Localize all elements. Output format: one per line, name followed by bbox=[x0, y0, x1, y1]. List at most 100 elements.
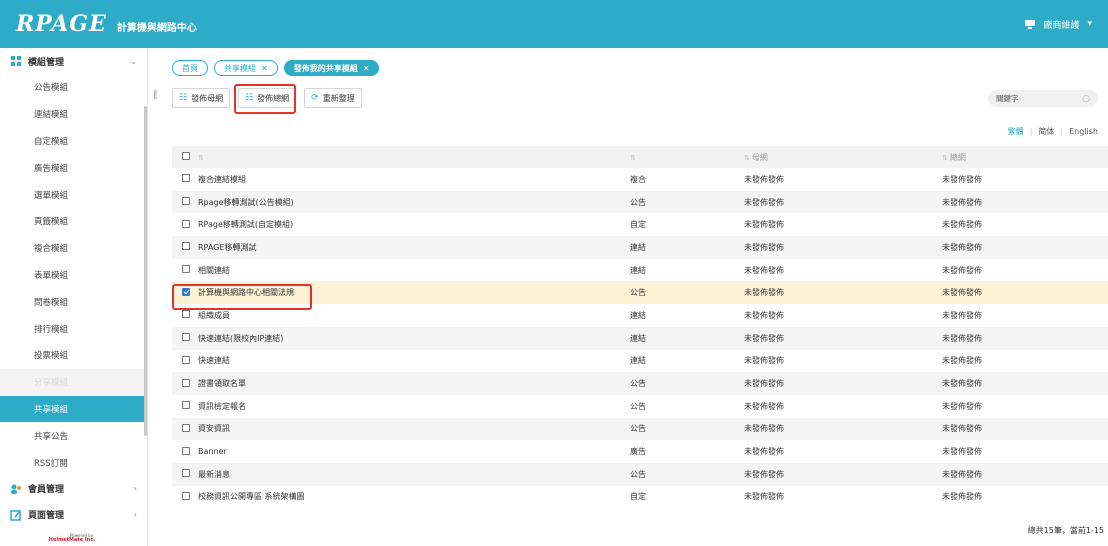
user-name[interactable]: 廠商維護 bbox=[1043, 18, 1079, 31]
row-checkbox[interactable] bbox=[182, 423, 190, 432]
table-row[interactable]: 證書領取名單 公告 未發佈發佈 未發佈發佈 bbox=[172, 372, 1108, 395]
row-checkbox[interactable] bbox=[182, 355, 190, 364]
row-checkbox[interactable] bbox=[182, 401, 190, 410]
row-checkbox[interactable] bbox=[182, 174, 190, 183]
sidebar-item-menu[interactable]: 選單模組 bbox=[0, 181, 147, 208]
col-type[interactable]: ⇅ bbox=[630, 153, 744, 162]
table-row[interactable]: Rpage移轉測試(公告模組) 公告 未發佈發佈 未發佈發佈 bbox=[172, 190, 1108, 214]
cell-title[interactable]: 快速連結(限校內IP連結) bbox=[198, 333, 630, 344]
cell-total-status: 未發佈發佈 bbox=[942, 424, 982, 434]
col-title[interactable]: ⇅ bbox=[198, 153, 630, 162]
cell-total-status: 未發佈發佈 bbox=[942, 197, 982, 207]
table-row[interactable]: 最新消息 公告 未發佈發佈 未發佈發佈 bbox=[172, 462, 1108, 486]
close-icon[interactable]: ✕ bbox=[261, 64, 268, 73]
table-row[interactable]: 快速連結(限校內IP連結) 連結 未發佈發佈 未發佈發佈 bbox=[172, 326, 1108, 350]
row-checkbox[interactable] bbox=[182, 469, 190, 478]
app-logo[interactable]: RPAGE bbox=[16, 11, 107, 37]
cell-title[interactable]: RPage移轉測試(自定模組) bbox=[198, 219, 630, 230]
table-row[interactable]: 計算機與網路中心相關法規 公告 未發佈發佈 未發佈發佈 bbox=[172, 281, 1108, 305]
row-checkbox[interactable] bbox=[182, 219, 190, 228]
cell-title[interactable]: 相關連結 bbox=[198, 265, 630, 276]
table-row[interactable]: RPage移轉測試(自定模組) 自定 未發佈發佈 未發佈發佈 bbox=[172, 213, 1108, 236]
tab-home[interactable]: 首頁 bbox=[172, 60, 208, 76]
search-input[interactable]: 關鍵字 ○ bbox=[988, 90, 1098, 107]
row-checkbox[interactable] bbox=[182, 446, 190, 455]
sidebar-item-link[interactable]: 連結模組 bbox=[0, 101, 147, 128]
table-row[interactable]: 快速連結 連結 未發佈發佈 未發佈發佈 bbox=[172, 350, 1108, 373]
cell-total-status: 未發佈發佈 bbox=[942, 469, 982, 479]
cell-title[interactable]: 校務資訊公開專區 系統架構圖 bbox=[198, 491, 630, 502]
lang-simplified[interactable]: 简体 bbox=[1038, 126, 1054, 137]
cell-parent-status: 未發佈發佈 bbox=[744, 197, 784, 207]
cell-type: 連結 bbox=[630, 333, 646, 343]
sidebar-item-survey[interactable]: 問卷模組 bbox=[0, 288, 147, 315]
sidebar-item-tabs[interactable]: 頁籤模組 bbox=[0, 208, 147, 235]
sidebar-group-pages[interactable]: 頁面管理 › bbox=[0, 502, 147, 528]
table-row[interactable]: 資安資訊 公告 未發佈發佈 未發佈發佈 bbox=[172, 417, 1108, 441]
cell-title[interactable]: 證書領取名單 bbox=[198, 378, 630, 389]
lang-english[interactable]: English bbox=[1069, 127, 1098, 136]
sidebar-item-announcement[interactable]: 公告模組 bbox=[0, 74, 147, 101]
table-row[interactable]: 資訊檢定報名 公告 未發佈發佈 未發佈發佈 bbox=[172, 395, 1108, 418]
row-checkbox[interactable] bbox=[182, 265, 190, 274]
cell-title[interactable]: 資安資訊 bbox=[198, 423, 630, 434]
sidebar-item-ad[interactable]: 廣告模組 bbox=[0, 154, 147, 181]
cell-title[interactable]: 組織成員 bbox=[198, 310, 630, 321]
sidebar-item-shared-modules[interactable]: 共享模組 bbox=[0, 395, 147, 423]
cell-title[interactable]: 複合連結模組 bbox=[198, 174, 630, 185]
sidebar-group-modules[interactable]: 模組管理 ⌄ bbox=[0, 48, 147, 74]
tab-publish-my-shared-modules[interactable]: 發佈我的共享模組 ✕ bbox=[283, 60, 380, 76]
collapse-handle-icon[interactable]: ‖ bbox=[153, 90, 158, 100]
cell-title[interactable]: 快速連結 bbox=[198, 355, 630, 366]
sidebar-item-rss[interactable]: RSS訂閱 bbox=[0, 449, 147, 476]
row-checkbox[interactable] bbox=[182, 378, 190, 387]
modules-table: ⇅ ⇅ ⇅ 母網 ⇅ 總網 複合連結模組 複合 未發佈發佈 未發佈發佈 Rpage移轉測試(… bbox=[172, 146, 1108, 508]
cell-parent-status: 未發佈發佈 bbox=[744, 469, 784, 479]
row-checkbox[interactable] bbox=[182, 197, 190, 206]
sidebar-group-members[interactable]: 會員管理 › bbox=[0, 476, 147, 502]
table-row[interactable]: 複合連結模組 複合 未發佈發佈 未發佈發佈 bbox=[172, 168, 1108, 191]
table-row[interactable]: Banner 廣告 未發佈發佈 未發佈發佈 bbox=[172, 440, 1108, 463]
table-row[interactable]: RPAGE移轉測試 連結 未發佈發佈 未發佈發佈 bbox=[172, 236, 1108, 259]
row-checkbox[interactable] bbox=[182, 491, 190, 500]
search-icon[interactable]: ○ bbox=[1082, 94, 1090, 104]
sidebar-item-share[interactable]: 分享模組 bbox=[0, 368, 147, 396]
table-row[interactable]: 校務資訊公開專區 系統架構圖 自定 未發佈發佈 未發佈發佈 bbox=[172, 486, 1108, 509]
row-checkbox[interactable] bbox=[182, 242, 190, 251]
select-all-checkbox[interactable] bbox=[182, 152, 190, 160]
refresh-button[interactable]: ⟳ 重新整理 bbox=[304, 88, 362, 108]
cell-title[interactable]: Rpage移轉測試(公告模組) bbox=[198, 197, 630, 208]
publish-parent-button[interactable]: ☷ 發佈母網 bbox=[172, 88, 231, 108]
close-icon[interactable]: ✕ bbox=[363, 64, 370, 73]
sort-icon: ⇅ bbox=[744, 153, 750, 162]
row-checkbox[interactable] bbox=[182, 310, 190, 319]
sidebar-item-shared-announcement[interactable]: 共享公告 bbox=[0, 422, 147, 449]
sidebar-scrollbar[interactable] bbox=[144, 106, 147, 436]
cell-title[interactable]: RPAGE移轉測試 bbox=[198, 242, 630, 253]
sidebar-item-ranking[interactable]: 排行模組 bbox=[0, 315, 147, 342]
cell-title[interactable]: Banner bbox=[198, 447, 630, 456]
table-row[interactable]: 組織成員 連結 未發佈發佈 未發佈發佈 bbox=[172, 304, 1108, 327]
caret-down-icon[interactable]: ▾ bbox=[1087, 19, 1092, 29]
table-row[interactable]: 相關連結 連結 未發佈發佈 未發佈發佈 bbox=[172, 259, 1108, 282]
cell-type: 廣告 bbox=[630, 447, 646, 457]
main-content: ‖ 首頁 共享模組 ✕ 發佈我的共享模組 ✕ ☷ 發佈母網 ☷ 發佈總網 ⟳ 重… bbox=[153, 48, 1108, 546]
col-total[interactable]: ⇅ 總網 bbox=[942, 152, 1102, 163]
col-parent[interactable]: ⇅ 母網 bbox=[744, 152, 942, 163]
sidebar-item-composite[interactable]: 複合模組 bbox=[0, 235, 147, 262]
cell-title[interactable]: 最新消息 bbox=[198, 469, 630, 480]
row-checkbox[interactable] bbox=[182, 333, 190, 342]
users-icon bbox=[10, 483, 22, 495]
sidebar-item-form[interactable]: 表單模組 bbox=[0, 262, 147, 289]
sidebar-item-custom[interactable]: 自定模組 bbox=[0, 128, 147, 155]
cell-title[interactable]: 資訊檢定報名 bbox=[198, 401, 630, 412]
sidebar-group-label: 模組管理 bbox=[28, 57, 65, 68]
lang-traditional[interactable]: 繁體 bbox=[1008, 126, 1024, 137]
divider: | bbox=[1060, 127, 1064, 136]
cell-type: 連結 bbox=[630, 356, 646, 366]
powered-by-label: Powered by bbox=[70, 533, 94, 538]
sidebar-item-vote[interactable]: 投票模組 bbox=[0, 342, 147, 369]
user-menu[interactable]: 廠商維護 ▾ bbox=[1025, 18, 1092, 31]
tab-label: 共享模組 bbox=[224, 63, 256, 73]
tab-shared-modules[interactable]: 共享模組 ✕ bbox=[214, 60, 278, 76]
